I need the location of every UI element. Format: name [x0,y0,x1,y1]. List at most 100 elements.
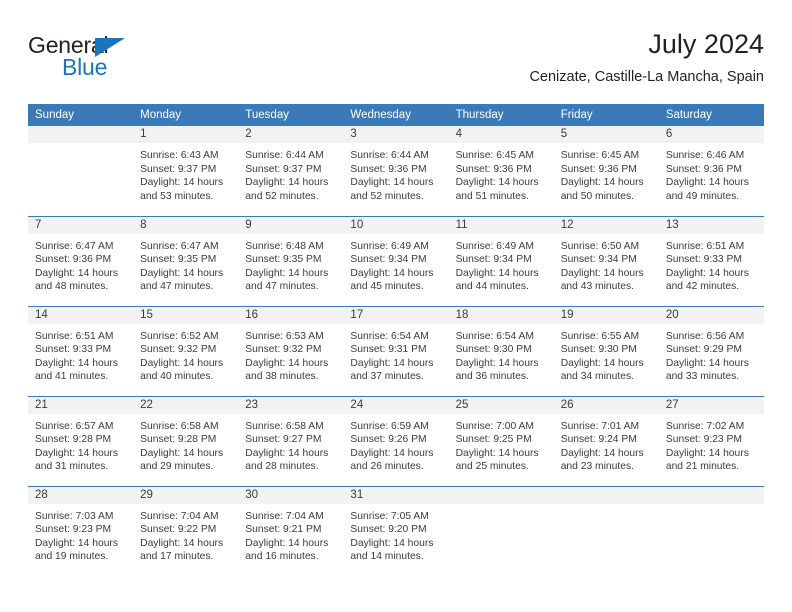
weekday-header-thursday: Thursday [448,104,554,126]
day-details: Sunrise: 6:51 AM Sunset: 9:33 PM Daylight:… [28,324,133,384]
sunrise-time: Sunrise: 6:47 AM [35,240,114,252]
daylight-duration-line1: Daylight: 14 hours [560,357,644,369]
daylight-duration-line1: Daylight: 14 hours [665,447,749,459]
sunset-time: Sunset: 9:34 PM [350,254,427,266]
sunrise-time: Sunrise: 7:00 AM [455,420,534,432]
day-details: Sunrise: 6:46 AM Sunset: 9:36 PM Daylight:… [659,143,764,203]
calendar-day-cell[interactable]: 20 Sunrise: 6:56 AM Sunset: 9:29 PM Dayligh… [658,305,764,396]
calendar-header-row: Sunday Monday Tuesday Wednesday Thursday Frid… [28,104,764,126]
calendar-day-cell[interactable]: 1 Sunrise: 6:43 AM Sunset: 9:37 PM Daylight… [133,126,239,216]
day-number: 31 [343,486,449,504]
daylight-duration-line2: and 47 minutes. [245,281,319,293]
sunset-time: Sunset: 9:21 PM [245,524,322,536]
calendar-cell-empty [28,126,134,216]
daylight-duration-line2: and 19 minutes. [35,551,109,563]
day-details: Sunrise: 7:04 AM Sunset: 9:21 PM Daylight:… [238,504,343,564]
weekday-header-monday: Monday [133,104,239,126]
day-details: Sunrise: 6:58 AM Sunset: 9:28 PM Daylight:… [133,414,238,474]
calendar-day-cell[interactable]: 29 Sunrise: 7:04 AM Sunset: 9:22 PM Dayligh… [133,485,239,576]
calendar-day-cell[interactable]: 16 Sunrise: 6:53 AM Sunset: 9:32 PM Dayligh… [238,305,344,396]
daylight-duration-line1: Daylight: 14 hours [350,447,434,459]
calendar-day-cell[interactable]: 8 Sunrise: 6:47 AM Sunset: 9:35 PM Daylight… [133,215,239,306]
daylight-duration-line2: and 50 minutes. [560,190,634,202]
calendar-day-cell[interactable]: 19 Sunrise: 6:55 AM Sunset: 9:30 PM Dayligh… [553,305,659,396]
day-number: 18 [448,306,554,324]
calendar-day-cell[interactable]: 12 Sunrise: 6:50 AM Sunset: 9:34 PM Dayligh… [553,215,659,306]
calendar-day-cell[interactable]: 9 Sunrise: 6:48 AM Sunset: 9:35 PM Daylight… [238,215,344,306]
calendar-day-cell[interactable]: 14 Sunrise: 6:51 AM Sunset: 9:33 PM Dayligh… [28,305,134,396]
calendar-day-cell[interactable]: 18 Sunrise: 6:54 AM Sunset: 9:30 PM Dayligh… [448,305,554,396]
sunrise-time: Sunrise: 6:54 AM [350,330,429,342]
calendar-day-cell[interactable]: 2 Sunrise: 6:44 AM Sunset: 9:37 PM Daylight… [238,126,344,216]
daylight-duration-line1: Daylight: 14 hours [35,537,118,549]
calendar-day-cell[interactable]: 27 Sunrise: 7:02 AM Sunset: 9:23 PM Dayligh… [658,395,764,486]
sunrise-time: Sunrise: 6:59 AM [350,420,429,432]
sunrise-time: Sunrise: 6:49 AM [350,240,429,252]
day-details: Sunrise: 6:48 AM Sunset: 9:35 PM Daylight:… [238,234,343,294]
daylight-duration-line2: and 36 minutes. [455,371,529,383]
sunset-time: Sunset: 9:35 PM [140,254,217,266]
page-title: July 2024 [648,29,764,59]
calendar-day-cell[interactable]: 24 Sunrise: 6:59 AM Sunset: 9:26 PM Dayligh… [343,395,449,486]
calendar-day-cell[interactable]: 13 Sunrise: 6:51 AM Sunset: 9:33 PM Dayligh… [658,215,764,306]
sunset-time: Sunset: 9:32 PM [245,344,322,356]
calendar-body: 1 Sunrise: 6:43 AM Sunset: 9:37 PM Daylight… [28,126,764,576]
calendar-day-cell[interactable]: 10 Sunrise: 6:49 AM Sunset: 9:34 PM Dayligh… [343,215,449,306]
calendar-day-cell[interactable]: 6 Sunrise: 6:46 AM Sunset: 9:36 PM Daylight… [658,126,764,216]
calendar-day-cell[interactable]: 11 Sunrise: 6:49 AM Sunset: 9:34 PM Dayligh… [448,215,554,306]
day-number: 26 [553,396,659,414]
sunrise-time: Sunrise: 6:51 AM [35,330,114,342]
daylight-duration-line1: Daylight: 14 hours [140,357,224,369]
calendar-day-cell[interactable]: 26 Sunrise: 7:01 AM Sunset: 9:24 PM Dayligh… [553,395,659,486]
sunrise-time: Sunrise: 6:46 AM [665,150,745,161]
day-number: 4 [448,126,554,143]
sunset-time: Sunset: 9:29 PM [665,344,742,356]
day-number: 6 [658,126,764,143]
day-details: Sunrise: 6:54 AM Sunset: 9:31 PM Daylight:… [343,324,448,384]
day-details: Sunrise: 6:59 AM Sunset: 9:26 PM Daylight:… [343,414,448,474]
sunset-time: Sunset: 9:23 PM [665,434,742,446]
calendar-day-cell[interactable]: 30 Sunrise: 7:04 AM Sunset: 9:21 PM Dayligh… [238,485,344,576]
daylight-duration-line1: Daylight: 14 hours [35,357,118,369]
calendar-day-cell[interactable]: 3 Sunrise: 6:44 AM Sunset: 9:36 PM Daylight… [343,126,449,216]
sunrise-time: Sunrise: 6:55 AM [560,330,640,342]
calendar-day-cell[interactable]: 28 Sunrise: 7:03 AM Sunset: 9:23 PM Dayligh… [28,485,134,576]
day-details: Sunrise: 6:55 AM Sunset: 9:30 PM Daylight:… [554,324,659,384]
calendar-day-cell[interactable]: 7 Sunrise: 6:47 AM Sunset: 9:36 PM Daylight… [28,215,134,306]
day-number: 9 [238,216,344,234]
sunset-time: Sunset: 9:36 PM [350,163,427,175]
sunrise-time: Sunrise: 6:52 AM [140,330,219,342]
calendar-day-cell[interactable]: 5 Sunrise: 6:45 AM Sunset: 9:36 PM Daylight… [553,126,659,216]
sunset-time: Sunset: 9:27 PM [245,434,322,446]
calendar-day-cell[interactable]: 17 Sunrise: 6:54 AM Sunset: 9:31 PM Dayligh… [343,305,449,396]
sunrise-time: Sunrise: 7:02 AM [665,420,745,432]
calendar-day-cell[interactable]: 22 Sunrise: 6:58 AM Sunset: 9:28 PM Dayligh… [133,395,239,486]
calendar-day-cell[interactable]: 23 Sunrise: 6:58 AM Sunset: 9:27 PM Dayligh… [238,395,344,486]
day-number: 11 [448,216,554,234]
day-details: Sunrise: 6:50 AM Sunset: 9:34 PM Daylight:… [554,234,659,294]
calendar-day-cell[interactable]: 31 Sunrise: 7:05 AM Sunset: 9:20 PM Dayligh… [343,485,449,576]
day-details: Sunrise: 7:02 AM Sunset: 9:23 PM Daylight:… [659,414,764,474]
calendar-day-cell[interactable]: 21 Sunrise: 6:57 AM Sunset: 9:28 PM Dayligh… [28,395,134,486]
general-blue-logo[interactable]: General Blue [28,32,228,88]
sunrise-time: Sunrise: 7:04 AM [140,510,219,522]
day-number [28,126,134,143]
sunrise-time: Sunrise: 6:50 AM [560,240,640,252]
day-number: 7 [28,216,134,234]
day-number: 3 [343,126,449,143]
day-details: Sunrise: 6:51 AM Sunset: 9:33 PM Daylight:… [659,234,764,294]
daylight-duration-line2: and 33 minutes. [665,371,740,383]
calendar-day-cell[interactable]: 4 Sunrise: 6:45 AM Sunset: 9:36 PM Daylight… [448,126,554,216]
day-number: 17 [343,306,449,324]
daylight-duration-line1: Daylight: 14 hours [140,537,224,549]
sunrise-time: Sunrise: 6:54 AM [455,330,534,342]
calendar-day-cell[interactable]: 15 Sunrise: 6:52 AM Sunset: 9:32 PM Dayligh… [133,305,239,396]
sunset-time: Sunset: 9:37 PM [140,163,217,175]
day-number: 29 [133,486,239,504]
calendar-day-cell[interactable]: 25 Sunrise: 7:00 AM Sunset: 9:25 PM Dayligh… [448,395,554,486]
sunrise-time: Sunrise: 6:53 AM [245,330,324,342]
daylight-duration-line1: Daylight: 14 hours [560,267,644,279]
daylight-duration-line1: Daylight: 14 hours [455,447,539,459]
day-details: Sunrise: 6:47 AM Sunset: 9:35 PM Daylight:… [133,234,238,294]
day-details: Sunrise: 7:05 AM Sunset: 9:20 PM Daylight:… [343,504,448,564]
